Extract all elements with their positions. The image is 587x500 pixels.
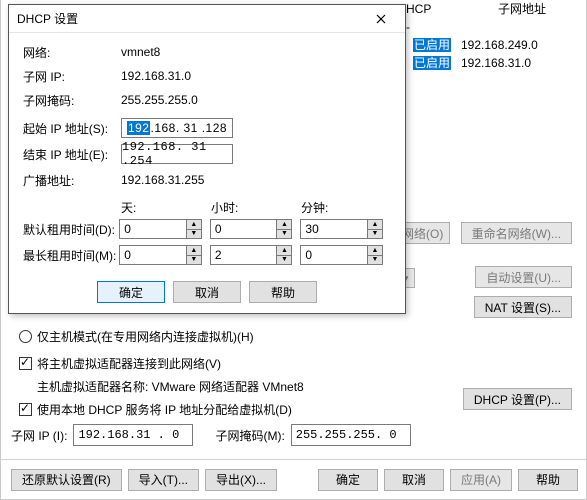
chevron-down-icon: ▼ bbox=[368, 256, 382, 265]
import-button[interactable]: 导入(T)... bbox=[128, 469, 199, 491]
chevron-down-icon: ▼ bbox=[277, 230, 291, 239]
days-header: 天: bbox=[121, 199, 211, 216]
close-icon bbox=[376, 14, 386, 24]
default-lease-label: 默认租用时间(D): bbox=[23, 221, 119, 238]
default-hours-spinner[interactable]: 0▲▼ bbox=[210, 219, 293, 239]
dialog-cancel-button[interactable]: 取消 bbox=[173, 281, 241, 303]
default-minutes-spinner[interactable]: 30▲▼ bbox=[300, 219, 383, 239]
export-button[interactable]: 导出(X)... bbox=[205, 469, 277, 491]
spinner-buttons[interactable]: ▲▼ bbox=[186, 246, 201, 264]
subnet-mask-label: 子网掩码: bbox=[23, 92, 121, 109]
connect-adapter-checkbox[interactable]: 将主机虚拟适配器连接到此网络(V) bbox=[19, 355, 575, 372]
dialog-help-button[interactable]: 帮助 bbox=[249, 281, 317, 303]
connect-adapter-label: 将主机虚拟适配器连接到此网络(V) bbox=[37, 355, 221, 372]
chevron-down-icon: ▼ bbox=[187, 230, 201, 239]
broadcast-label: 广播地址: bbox=[23, 172, 121, 189]
subnet-cell: 192.168.31.0 bbox=[461, 54, 531, 72]
cancel-button[interactable]: 取消 bbox=[384, 469, 444, 491]
chevron-up-icon: ▲ bbox=[187, 220, 201, 230]
dialog-ok-button[interactable]: 确定 bbox=[97, 281, 165, 303]
spinner-buttons[interactable]: ▲▼ bbox=[276, 220, 291, 238]
spinner-buttons[interactable]: ▲▼ bbox=[276, 246, 291, 264]
dhcp-settings-button[interactable]: DHCP 设置(P)... bbox=[463, 388, 572, 410]
end-ip-input[interactable]: 192.168. 31 .254 bbox=[121, 144, 233, 164]
ok-button[interactable]: 确定 bbox=[318, 469, 378, 491]
subnet-cell: 192.168.249.0 bbox=[461, 36, 538, 54]
host-only-radio[interactable]: 仅主机模式(在专用网络内连接虚拟机)(H) bbox=[19, 328, 575, 345]
dhcp-cell: 已启用 bbox=[413, 36, 451, 54]
spinner-buttons[interactable]: ▲▼ bbox=[367, 220, 382, 238]
max-minutes-spinner[interactable]: 0▲▼ bbox=[300, 245, 383, 265]
chevron-up-icon: ▲ bbox=[187, 246, 201, 256]
spinner-buttons[interactable]: ▲▼ bbox=[367, 246, 382, 264]
chevron-down-icon: ▼ bbox=[187, 256, 201, 265]
start-ip-input[interactable]: 192.168. 31 .128 bbox=[121, 118, 233, 138]
network-value: vmnet8 bbox=[121, 45, 160, 59]
network-label: 网络: bbox=[23, 44, 121, 61]
chevron-down-icon: ▼ bbox=[277, 256, 291, 265]
apply-button[interactable]: 应用(A) bbox=[450, 469, 512, 491]
dialog-titlebar: DHCP 设置 bbox=[9, 5, 405, 33]
rename-network-button[interactable]: 重命名网络(W)... bbox=[461, 222, 572, 244]
chevron-up-icon: ▲ bbox=[368, 220, 382, 230]
max-hours-spinner[interactable]: 2▲▼ bbox=[210, 245, 293, 265]
subnet-ip-input[interactable]: 192.168.31 . 0 bbox=[73, 424, 193, 446]
subnet-ip-label: 子网 IP: bbox=[23, 68, 121, 85]
help-button[interactable]: 帮助 bbox=[518, 469, 578, 491]
spinner-buttons[interactable]: ▲▼ bbox=[186, 220, 201, 238]
minutes-header: 分钟: bbox=[301, 199, 391, 216]
subnet-mask-input[interactable]: 255.255.255. 0 bbox=[291, 424, 411, 446]
max-lease-label: 最长租用时间(M): bbox=[23, 247, 119, 264]
checkbox-icon bbox=[19, 403, 32, 416]
auto-settings-button[interactable]: 自动设置(U)... bbox=[475, 266, 572, 288]
default-days-spinner[interactable]: 0▲▼ bbox=[119, 219, 202, 239]
start-ip-label: 起始 IP 地址(S): bbox=[23, 120, 121, 137]
dhcp-settings-dialog: DHCP 设置 网络:vmnet8 子网 IP:192.168.31.0 子网掩… bbox=[8, 4, 406, 314]
col-header-subnet: 子网地址 bbox=[498, 0, 546, 18]
dhcp-cell: 已启用 bbox=[413, 54, 451, 72]
chevron-up-icon: ▲ bbox=[277, 246, 291, 256]
host-only-label: 仅主机模式(在专用网络内连接虚拟机)(H) bbox=[37, 328, 254, 345]
nat-settings-button[interactable]: NAT 设置(S)... bbox=[474, 296, 572, 318]
chevron-down-icon: ▼ bbox=[368, 230, 382, 239]
chevron-up-icon: ▲ bbox=[277, 220, 291, 230]
subnet-ip-label: 子网 IP (I): bbox=[11, 427, 67, 444]
radio-icon bbox=[19, 330, 32, 343]
chevron-up-icon: ▲ bbox=[368, 246, 382, 256]
col-header-dhcp: HCP bbox=[406, 0, 431, 18]
subnet-mask-label: 子网掩码(M): bbox=[215, 427, 284, 444]
footer-bar: 还原默认设置(R) 导入(T)... 导出(X)... 确定 取消 应用(A) … bbox=[1, 459, 587, 499]
end-ip-label: 结束 IP 地址(E): bbox=[23, 146, 121, 163]
hours-header: 小时: bbox=[211, 199, 301, 216]
restore-defaults-button[interactable]: 还原默认设置(R) bbox=[11, 469, 122, 491]
close-button[interactable] bbox=[365, 7, 397, 31]
max-days-spinner[interactable]: 0▲▼ bbox=[119, 245, 202, 265]
subnet-row: 子网 IP (I): 192.168.31 . 0 子网掩码(M): 255.2… bbox=[11, 424, 411, 446]
checkbox-icon bbox=[19, 357, 32, 370]
use-dhcp-label: 使用本地 DHCP 服务将 IP 地址分配给虚拟机(D) bbox=[37, 401, 292, 418]
broadcast-value: 192.168.31.255 bbox=[121, 173, 204, 187]
subnet-cell: - bbox=[406, 18, 410, 36]
dialog-title: DHCP 设置 bbox=[17, 10, 365, 27]
subnet-ip-value: 192.168.31.0 bbox=[121, 69, 191, 83]
subnet-mask-value: 255.255.255.0 bbox=[121, 93, 198, 107]
